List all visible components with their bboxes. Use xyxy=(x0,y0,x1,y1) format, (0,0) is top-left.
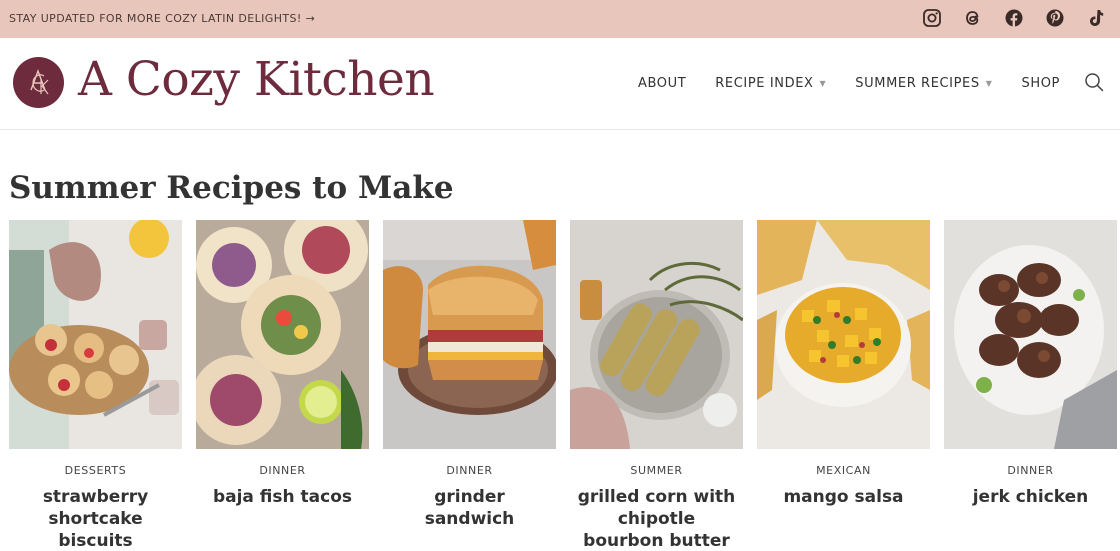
recipe-image-mango-salsa[interactable] xyxy=(757,220,930,449)
instagram-icon[interactable] xyxy=(922,8,942,28)
nav-about[interactable]: ABOUT xyxy=(638,76,686,91)
recipe-card[interactable]: DESSERTS strawberry shortcake biscuits xyxy=(9,220,182,551)
nav-summer-recipes-label: SUMMER RECIPES xyxy=(855,76,980,91)
recipe-grid: DESSERTS strawberry shortcake biscuits D… xyxy=(9,220,1119,551)
recipe-image-grilled-corn[interactable] xyxy=(570,220,743,449)
site-title[interactable]: A Cozy Kitchen xyxy=(78,52,435,107)
recipe-card[interactable]: MEXICAN mango salsa xyxy=(757,220,930,551)
recipe-image-grinder-sandwich[interactable] xyxy=(383,220,556,449)
nav-recipe-index[interactable]: RECIPE INDEX ▼ xyxy=(715,76,826,91)
tiktok-icon[interactable] xyxy=(1086,8,1106,28)
recipe-category[interactable]: DESSERTS xyxy=(9,464,182,477)
recipe-card[interactable]: SUMMER grilled corn with chipotle bourbo… xyxy=(570,220,743,551)
threads-icon[interactable] xyxy=(963,8,983,28)
promo-bar: STAY UPDATED FOR MORE COZY LATIN DELIGHT… xyxy=(0,0,1120,38)
recipe-card[interactable]: DINNER grinder sandwich xyxy=(383,220,556,551)
recipe-image-shortcake[interactable] xyxy=(9,220,182,449)
recipe-title[interactable]: jerk chicken xyxy=(944,486,1117,508)
recipe-category[interactable]: DINNER xyxy=(944,464,1117,477)
nav-shop-label: SHOP xyxy=(1021,76,1060,91)
facebook-icon[interactable] xyxy=(1004,8,1024,28)
recipe-card[interactable]: DINNER baja fish tacos xyxy=(196,220,369,551)
recipe-category[interactable]: DINNER xyxy=(196,464,369,477)
pinterest-icon[interactable] xyxy=(1045,8,1065,28)
nav-recipe-index-label: RECIPE INDEX xyxy=(715,76,814,91)
nav-shop[interactable]: SHOP xyxy=(1022,76,1061,91)
newsletter-link[interactable]: STAY UPDATED FOR MORE COZY LATIN DELIGHT… xyxy=(9,12,315,25)
recipe-title[interactable]: grilled corn with chipotle bourbon butte… xyxy=(570,486,743,551)
recipe-category[interactable]: MEXICAN xyxy=(757,464,930,477)
recipe-category[interactable]: DINNER xyxy=(383,464,556,477)
main-nav: ABOUT RECIPE INDEX ▼ SUMMER RECIPES ▼ SHOP xyxy=(609,76,1060,91)
recipe-category[interactable]: SUMMER xyxy=(570,464,743,477)
recipe-image-fish-tacos[interactable] xyxy=(196,220,369,449)
site-header: A Cozy Kitchen ABOUT RECIPE INDEX ▼ SUMME… xyxy=(0,38,1120,130)
recipe-title[interactable]: mango salsa xyxy=(757,486,930,508)
recipe-card[interactable]: DINNER jerk chicken xyxy=(944,220,1117,551)
nav-about-label: ABOUT xyxy=(638,76,687,91)
social-links xyxy=(922,8,1106,28)
logo-mark[interactable] xyxy=(13,57,64,108)
section-title: Summer Recipes to Make xyxy=(9,170,454,206)
nav-summer-recipes[interactable]: SUMMER RECIPES ▼ xyxy=(855,76,992,91)
recipe-title[interactable]: baja fish tacos xyxy=(196,486,369,508)
chevron-down-icon: ▼ xyxy=(985,79,993,88)
search-icon[interactable] xyxy=(1084,72,1104,92)
recipe-image-jerk-chicken[interactable] xyxy=(944,220,1117,449)
recipe-title[interactable]: strawberry shortcake biscuits xyxy=(9,486,182,551)
chevron-down-icon: ▼ xyxy=(819,79,827,88)
recipe-title[interactable]: grinder sandwich xyxy=(383,486,556,530)
